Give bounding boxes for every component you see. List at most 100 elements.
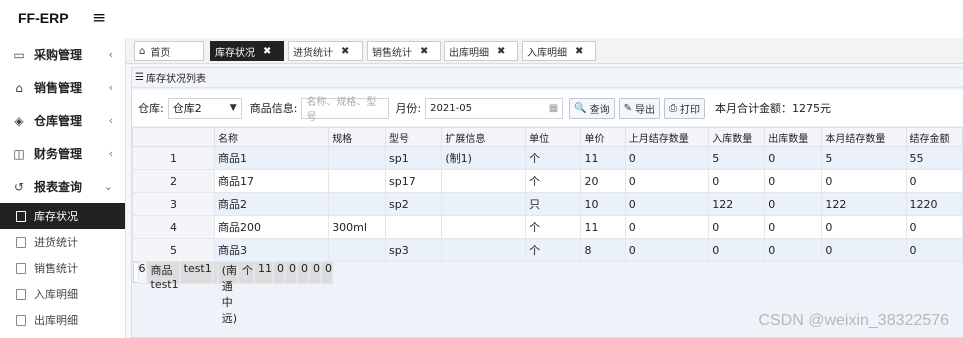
table-cell: 商品3 xyxy=(213,238,330,262)
table-cell: 个 xyxy=(525,215,582,239)
product-search-input[interactable]: 名称、规格、型号 xyxy=(301,97,390,123)
chevron-down-icon: ⌄ xyxy=(103,180,113,193)
calendar-icon[interactable]: ▦ xyxy=(549,103,558,114)
table-row[interactable]: 1 商品1 sp1 (制1) 个 11 0 5 0 5 55 xyxy=(132,146,963,170)
table-cell: 300ml xyxy=(328,215,386,239)
column-header[interactable]: 规格 xyxy=(328,127,386,147)
row-number: 1 xyxy=(132,146,215,170)
column-header[interactable]: 入库数量 xyxy=(708,127,766,147)
row-number: 4 xyxy=(132,215,215,239)
table-cell: 个 xyxy=(525,238,582,262)
warehouse-select[interactable]: 仓库2 ▼ xyxy=(167,97,242,119)
sidebar-subitem-label: 入库明细 xyxy=(34,288,78,301)
table-cell: 商品17 xyxy=(213,169,330,193)
table-cell: 10 xyxy=(580,192,626,216)
export-button-label: 导出 xyxy=(635,104,655,116)
sidebar-subitem-sales-stats[interactable]: 销售统计 xyxy=(0,255,125,281)
column-header[interactable]: 型号 xyxy=(384,127,443,147)
sidebar-item-sales[interactable]: ⌂ 销售管理 ‹ xyxy=(0,71,125,104)
export-button[interactable]: ✎ 导出 xyxy=(618,97,660,119)
chevron-left-icon: ‹ xyxy=(108,81,113,94)
month-input[interactable]: 2021-05 ▦ xyxy=(425,97,564,119)
tab-label: 销售统计 xyxy=(372,47,412,59)
column-header[interactable]: 扩展信息 xyxy=(441,127,527,147)
tab-outbound-detail[interactable]: 出库明细 ✖ xyxy=(444,41,518,61)
tab-label: 出库明细 xyxy=(449,47,489,59)
table-cell: 20 xyxy=(580,169,626,193)
table-row[interactable]: 6 商品test1 test1 (南通中远) 个 11 0 0 0 0 0 xyxy=(132,261,334,325)
query-button[interactable]: 🔍 查询 xyxy=(569,97,615,119)
close-icon[interactable]: ✖ xyxy=(497,46,505,57)
table-cell: 0 xyxy=(285,261,298,284)
table-cell: 0 xyxy=(309,261,322,284)
month-label: 月份: xyxy=(395,102,422,115)
table-cell: 个 xyxy=(525,169,582,193)
table-cell: test1 xyxy=(179,261,213,284)
table-row[interactable]: 4 商品200 300ml 个 11 0 0 0 0 0 xyxy=(132,215,963,239)
layers-icon: ◈ xyxy=(14,113,24,128)
tab-home[interactable]: ⌂ 首页 xyxy=(134,41,204,61)
row-number: 6 xyxy=(137,261,147,284)
book-icon: ◫ xyxy=(13,146,25,161)
table-cell xyxy=(328,169,386,193)
tab-inbound-detail[interactable]: 入库明细 ✖ xyxy=(522,41,596,61)
table-cell: 0 xyxy=(821,169,907,193)
file-icon xyxy=(16,288,26,300)
column-header[interactable]: 名称 xyxy=(213,127,330,147)
close-icon[interactable]: ✖ xyxy=(420,46,428,57)
month-total-amount: 本月合计金额：1275元 xyxy=(715,102,831,115)
column-header[interactable]: 上月结存数量 xyxy=(624,127,710,147)
close-icon[interactable]: ✖ xyxy=(341,46,349,57)
column-header[interactable]: 结存金额 xyxy=(905,127,963,147)
table-cell: (南通中远) xyxy=(217,261,239,325)
table-cell: 0 xyxy=(764,169,823,193)
table-cell xyxy=(441,215,527,239)
tab-sales-stats[interactable]: 销售统计 ✖ xyxy=(367,41,441,61)
column-header[interactable]: 本月结存数量 xyxy=(821,127,907,147)
table-cell: 0 xyxy=(321,261,334,284)
sidebar-item-label: 财务管理 xyxy=(34,147,83,161)
table-cell: 122 xyxy=(821,192,907,216)
table-cell: 122 xyxy=(708,192,766,216)
table-row[interactable]: 2 商品17 sp17 个 20 0 0 0 0 0 xyxy=(132,169,963,193)
column-header[interactable]: 单位 xyxy=(525,127,582,147)
table-cell: 0 xyxy=(821,215,907,239)
sidebar-item-purchase[interactable]: ▭ 采购管理 ‹ xyxy=(0,38,125,71)
table-cell: 0 xyxy=(624,238,710,262)
sidebar-subitem-inventory-status[interactable]: 库存状况 xyxy=(0,203,125,229)
print-button-label: 打印 xyxy=(680,104,700,116)
table-row[interactable]: 3 商品2 sp2 只 10 0 122 0 122 1220 xyxy=(132,192,963,216)
sidebar-item-label: 销售管理 xyxy=(34,81,83,95)
sidebar-subitem-purchase-stats[interactable]: 进货统计 xyxy=(0,229,125,255)
sidebar-item-warehouse[interactable]: ◈ 仓库管理 ‹ xyxy=(0,104,125,137)
tab-purchase-stats[interactable]: 进货统计 ✖ xyxy=(288,41,363,61)
table-cell: 0 xyxy=(764,146,823,170)
table-cell: 商品2 xyxy=(213,192,330,216)
table-cell: 5 xyxy=(821,146,907,170)
table-cell: sp3 xyxy=(384,238,443,262)
tab-inventory-status[interactable]: 库存状况 ✖ xyxy=(210,41,284,61)
table-cell: 1220 xyxy=(905,192,963,216)
sidebar-item-finance[interactable]: ◫ 财务管理 ‹ xyxy=(0,137,125,170)
main-area: ⌂ 首页 库存状况 ✖ 进货统计 ✖ 销售统计 ✖ 出库明细 ✖ 入库明细 ✖ … xyxy=(125,38,963,338)
close-icon[interactable]: ✖ xyxy=(575,46,583,57)
tab-bar: ⌂ 首页 库存状况 ✖ 进货统计 ✖ 销售统计 ✖ 出库明细 ✖ 入库明细 ✖ xyxy=(126,38,963,64)
table-cell: 11 xyxy=(580,215,626,239)
hamburger-icon[interactable]: ≡ xyxy=(92,8,106,28)
sidebar-subitem-outbound-detail[interactable]: 出库明细 xyxy=(0,307,125,333)
table-row[interactable]: 5 商品3 sp3 个 8 0 0 0 0 0 xyxy=(132,238,963,262)
table-cell: 0 xyxy=(624,169,710,193)
brand-logo: FF-ERP xyxy=(18,10,69,26)
chevron-left-icon: ‹ xyxy=(108,147,113,160)
table-cell: 0 xyxy=(905,169,963,193)
column-header[interactable]: 出库数量 xyxy=(764,127,823,147)
print-button[interactable]: ⎙ 打印 xyxy=(664,97,705,119)
table-header-row: 名称 规格 型号 扩展信息 单位 单价 上月结存数量 入库数量 出库数量 本月结… xyxy=(132,127,963,147)
close-icon[interactable]: ✖ xyxy=(263,46,271,57)
table-cell: sp2 xyxy=(384,192,443,216)
table-cell: 8 xyxy=(580,238,626,262)
sidebar-subitem-inbound-detail[interactable]: 入库明细 xyxy=(0,281,125,307)
row-number: 3 xyxy=(132,192,215,216)
sidebar-item-reports[interactable]: ↺ 报表查询 ⌄ xyxy=(0,170,125,203)
column-header[interactable]: 单价 xyxy=(580,127,626,147)
